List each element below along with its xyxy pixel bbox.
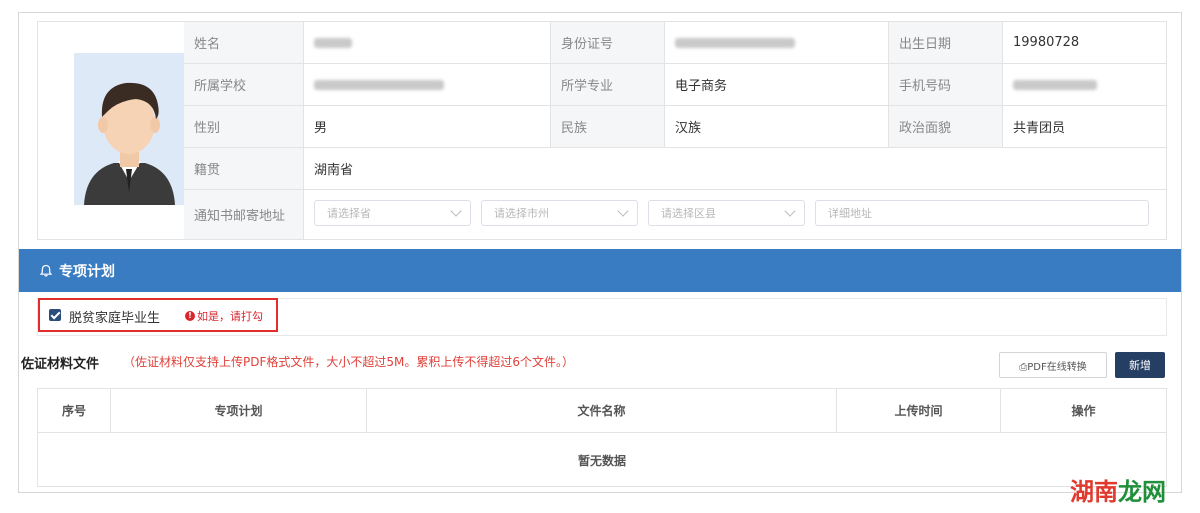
school-blurred — [314, 79, 444, 90]
photo-cell — [38, 22, 185, 239]
basic-info-table: 姓名 身份证号 出生日期 19980728 所属学校 所学专业 电子商务 手机号… — [37, 21, 1167, 240]
birth-date-value: 19980728 — [1013, 35, 1080, 50]
major-value: 电子商务 — [665, 64, 889, 105]
name-blurred — [314, 37, 352, 48]
watermark-logo: 湖南龙网 — [1070, 472, 1166, 507]
province-select[interactable]: 请选择省 — [314, 200, 471, 226]
poverty-checkbox-label[interactable]: 脱贫家庭毕业生 — [69, 307, 160, 326]
chevron-down-icon — [617, 205, 629, 217]
student-info-panel: 姓名 身份证号 出生日期 19980728 所属学校 所学专业 电子商务 手机号… — [18, 12, 1182, 493]
pdf-convert-button[interactable]: ⎙PDF在线转换 — [999, 352, 1107, 378]
city-select[interactable]: 请选择市州 — [481, 200, 638, 226]
col-special-plan: 专项计划 — [111, 389, 367, 432]
political-status-label: 政治面貌 — [889, 106, 1003, 147]
school-label: 所属学校 — [184, 64, 304, 105]
info-row-5: 通知书邮寄地址 请选择省 请选择市州 请选择区县 详细地址 — [184, 190, 1166, 239]
id-number-blurred — [675, 37, 795, 48]
info-row-4: 籍贯 湖南省 — [184, 148, 1166, 190]
province-placeholder: 请选择省 — [327, 207, 371, 220]
name-label: 姓名 — [184, 22, 304, 63]
section-title: 专项计划 — [59, 263, 115, 280]
special-plan-header: 专项计划 — [19, 249, 1181, 292]
col-index: 序号 — [38, 389, 111, 432]
district-select[interactable]: 请选择区县 — [648, 200, 805, 226]
materials-table: 序号 专项计划 文件名称 上传时间 操作 暂无数据 — [37, 388, 1167, 487]
info-row-1: 姓名 身份证号 出生日期 19980728 — [184, 22, 1166, 64]
phone-label: 手机号码 — [889, 64, 1003, 105]
warning-icon: ! — [185, 311, 195, 321]
table-header: 序号 专项计划 文件名称 上传时间 操作 — [38, 389, 1166, 433]
phone-value — [1003, 64, 1166, 105]
birth-date-label: 出生日期 — [889, 22, 1003, 63]
native-place-label: 籍贯 — [184, 148, 304, 189]
col-upload-time: 上传时间 — [837, 389, 1001, 432]
detail-address-placeholder: 详细地址 — [828, 207, 872, 220]
native-place-value: 湖南省 — [314, 163, 354, 178]
political-status-value: 共青团员 — [1013, 121, 1066, 136]
chevron-down-icon — [450, 205, 462, 217]
ethnicity-label: 民族 — [551, 106, 665, 147]
mailing-address-label: 通知书邮寄地址 — [184, 190, 304, 239]
name-value — [304, 22, 551, 63]
avatar-illustration — [74, 53, 185, 205]
watermark-part2: 龙网 — [1118, 478, 1166, 506]
major-label: 所学专业 — [551, 64, 665, 105]
watermark-part1: 湖南 — [1070, 478, 1118, 506]
ethnicity-value: 汉族 — [665, 106, 889, 147]
col-file-name: 文件名称 — [367, 389, 837, 432]
materials-note: （佐证材料仅支持上传PDF格式文件，大小不超过5M。累积上传不得超过6个文件。） — [123, 355, 575, 369]
id-number-value — [665, 22, 889, 63]
poverty-checkbox[interactable] — [49, 309, 61, 321]
gender-label: 性别 — [184, 106, 304, 147]
detail-address-input[interactable]: 详细地址 — [815, 200, 1149, 226]
poverty-hint-text: 如是，请打勾 — [197, 310, 263, 323]
phone-blurred — [1013, 79, 1097, 90]
bell-icon — [39, 264, 53, 277]
info-grid: 姓名 身份证号 出生日期 19980728 所属学校 所学专业 电子商务 手机号… — [184, 22, 1166, 239]
district-placeholder: 请选择区县 — [661, 207, 716, 220]
info-row-2: 所属学校 所学专业 电子商务 手机号码 — [184, 64, 1166, 106]
chevron-down-icon — [784, 205, 796, 217]
school-value — [304, 64, 551, 105]
info-row-3: 性别 男 民族 汉族 政治面貌 共青团员 — [184, 106, 1166, 148]
poverty-hint: ! 如是，请打勾 — [185, 308, 263, 324]
id-number-label: 身份证号 — [551, 22, 665, 63]
col-actions: 操作 — [1071, 404, 1096, 418]
avatar — [74, 53, 185, 205]
city-placeholder: 请选择市州 — [494, 207, 549, 220]
gender-value: 男 — [304, 106, 551, 147]
add-file-button[interactable]: 新增 — [1115, 352, 1165, 378]
materials-title: 佐证材料文件 — [21, 357, 100, 372]
empty-state: 暂无数据 — [577, 453, 626, 468]
